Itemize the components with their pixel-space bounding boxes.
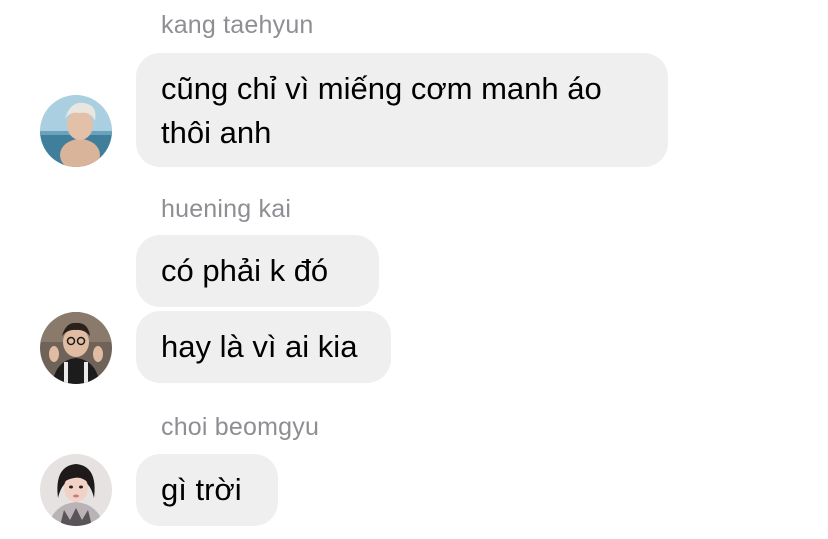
avatar-photo-icon bbox=[40, 312, 112, 384]
avatar[interactable] bbox=[40, 312, 112, 384]
message-bubble[interactable]: có phải k đó bbox=[136, 235, 379, 307]
sender-name: huening kai bbox=[161, 195, 292, 223]
message-bubble[interactable]: hay là vì ai kia bbox=[136, 311, 391, 383]
avatar[interactable] bbox=[40, 95, 112, 167]
message-text: gì trời bbox=[161, 472, 242, 507]
sender-name: choi beomgyu bbox=[161, 413, 320, 441]
message-bubble[interactable]: gì trời bbox=[136, 454, 278, 526]
message-bubble[interactable]: cũng chỉ vì miếng cơm manh áo thôi anh bbox=[136, 53, 668, 167]
message-text: có phải k đó bbox=[161, 253, 329, 288]
sender-name: kang taehyun bbox=[161, 11, 314, 39]
avatar[interactable] bbox=[40, 454, 112, 526]
avatar-photo-icon bbox=[40, 95, 112, 167]
message-text: cũng chỉ vì miếng cơm manh áo thôi anh bbox=[161, 71, 602, 150]
message-text: hay là vì ai kia bbox=[161, 329, 358, 364]
avatar-photo-icon bbox=[40, 454, 112, 526]
